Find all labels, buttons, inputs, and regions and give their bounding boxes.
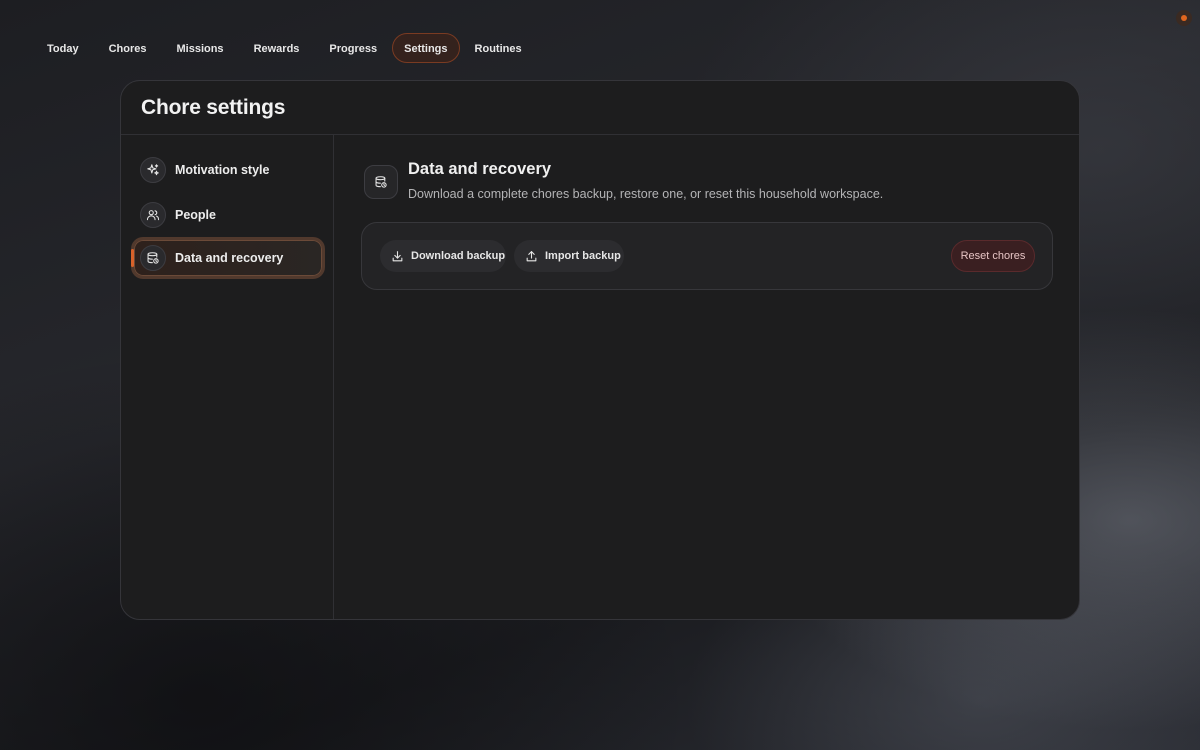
tab-today[interactable]: Today <box>32 33 94 63</box>
tab-chores[interactable]: Chores <box>94 33 162 63</box>
tab-progress[interactable]: Progress <box>314 33 392 63</box>
page-title: Chore settings <box>141 95 286 119</box>
tab-settings[interactable]: Settings <box>392 33 460 63</box>
card-body: Motivation style People Data and recover… <box>121 135 1079 619</box>
download-icon <box>390 249 404 263</box>
settings-content: Data and recovery Download a complete ch… <box>334 135 1079 619</box>
tab-rewards[interactable]: Rewards <box>239 33 315 63</box>
upload-icon <box>524 249 538 263</box>
sidebar-item-label: People <box>175 208 216 222</box>
data-actions-panel: Download backup Import backup Reset chor… <box>361 222 1053 290</box>
sparkles-icon <box>140 157 166 183</box>
status-dot-icon <box>1176 10 1192 26</box>
sidebar-item-label: Motivation style <box>175 163 270 177</box>
sidebar-item-motivation-style[interactable]: Motivation style <box>131 149 325 191</box>
section-description: Download a complete chores backup, resto… <box>408 187 884 201</box>
people-icon <box>140 202 166 228</box>
database-restore-icon <box>364 165 398 199</box>
section-title: Data and recovery <box>408 160 552 178</box>
sidebar-item-label: Data and recovery <box>175 251 284 265</box>
settings-card: Chore settings Motivation style People D… <box>120 80 1080 620</box>
import-backup-label: Import backup <box>545 250 621 262</box>
card-header: Chore settings <box>121 81 1079 135</box>
download-backup-label: Download backup <box>411 250 506 262</box>
sidebar-item-data-and-recovery[interactable]: Data and recovery <box>131 237 325 279</box>
reset-chores-label: Reset chores <box>960 250 1026 262</box>
database-restore-icon <box>140 245 166 271</box>
top-nav: Today Chores Missions Rewards Progress S… <box>32 33 537 63</box>
import-backup-button[interactable]: Import backup <box>514 240 624 272</box>
tab-routines[interactable]: Routines <box>460 33 537 63</box>
reset-chores-button[interactable]: Reset chores <box>951 240 1035 272</box>
settings-sidebar: Motivation style People Data and recover… <box>121 135 334 619</box>
download-backup-button[interactable]: Download backup <box>380 240 506 272</box>
tab-missions[interactable]: Missions <box>161 33 238 63</box>
sidebar-item-people[interactable]: People <box>131 194 325 236</box>
